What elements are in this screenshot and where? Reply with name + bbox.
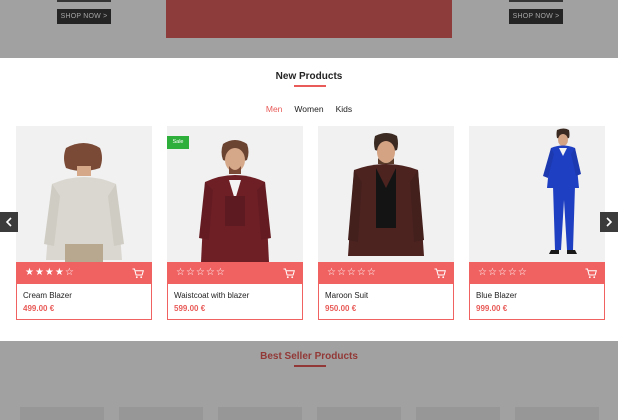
rating-stars: ☆☆☆☆☆: [478, 267, 528, 278]
rating-stars: ★★★★☆: [25, 267, 75, 278]
product-image[interactable]: [469, 126, 605, 262]
sale-badge: Sale: [167, 136, 189, 149]
product-price: 950.00 €: [325, 304, 357, 313]
product-image[interactable]: [318, 126, 454, 262]
product-price: 499.00 €: [23, 304, 55, 313]
title-underline: [294, 85, 326, 87]
product-card[interactable]: Sale ☆☆☆☆☆ Waistcoat with blazer 599.00 …: [167, 126, 303, 320]
tab-women[interactable]: Women: [294, 104, 323, 114]
product-info: Maroon Suit 950.00 €: [318, 284, 454, 320]
cart-icon[interactable]: [585, 268, 597, 279]
carousel-prev-button[interactable]: [0, 212, 18, 232]
tab-kids[interactable]: Kids: [336, 104, 353, 114]
chevron-right-icon: [606, 217, 613, 227]
cart-icon[interactable]: [434, 268, 446, 279]
chevron-left-icon: [5, 217, 12, 227]
product-name[interactable]: Cream Blazer: [23, 291, 151, 300]
product-action-bar: ☆☆☆☆☆: [318, 262, 454, 284]
product-card[interactable]: ★★★★☆ Cream Blazer 499.00 €: [16, 126, 152, 320]
product-photo-blue-blazer: [469, 126, 605, 262]
product-card[interactable]: ☆☆☆☆☆ Blue Blazer 999.00 €: [469, 126, 605, 320]
product-action-bar: ☆☆☆☆☆: [167, 262, 303, 284]
product-name[interactable]: Blue Blazer: [476, 291, 604, 300]
product-info: Cream Blazer 499.00 €: [16, 284, 152, 320]
product-image[interactable]: Sale: [167, 126, 303, 262]
page: SHOP NOW > SHOP NOW > New Products Men W…: [0, 0, 618, 420]
product-image[interactable]: [16, 126, 152, 262]
product-info: Blue Blazer 999.00 €: [469, 284, 605, 320]
modal-backdrop-top: [0, 0, 618, 58]
product-action-bar: ☆☆☆☆☆: [469, 262, 605, 284]
cart-icon[interactable]: [283, 268, 295, 279]
modal-backdrop-bottom: [0, 341, 618, 420]
product-photo-maroon-suit: [318, 126, 454, 262]
category-tabs: Men Women Kids: [0, 104, 618, 114]
product-price: 999.00 €: [476, 304, 508, 313]
section-title-new-products: New Products: [275, 71, 343, 82]
rating-stars: ☆☆☆☆☆: [327, 267, 377, 278]
tab-men[interactable]: Men: [266, 104, 283, 114]
product-card[interactable]: ☆☆☆☆☆ Maroon Suit 950.00 €: [318, 126, 454, 320]
rating-stars: ☆☆☆☆☆: [176, 267, 226, 278]
product-price: 599.00 €: [174, 304, 206, 313]
product-name[interactable]: Maroon Suit: [325, 291, 453, 300]
product-name[interactable]: Waistcoat with blazer: [174, 291, 302, 300]
carousel-next-button[interactable]: [600, 212, 618, 232]
cart-icon[interactable]: [132, 268, 144, 279]
product-action-bar: ★★★★☆: [16, 262, 152, 284]
product-photo-cream-blazer: [16, 126, 152, 262]
product-info: Waistcoat with blazer 599.00 €: [167, 284, 303, 320]
